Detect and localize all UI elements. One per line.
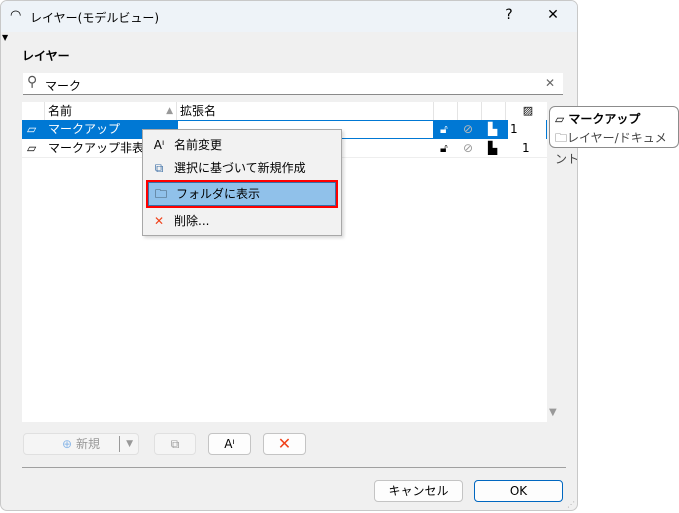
header-wireframe[interactable]: [482, 102, 506, 120]
pen-hatch-icon[interactable]: ▨: [506, 102, 547, 120]
menu-label: 選択に基づいて新規作成: [174, 161, 306, 175]
header-visibility[interactable]: [458, 102, 482, 120]
app-icon: ◠: [10, 8, 22, 23]
add-icon: ⊕: [62, 437, 73, 451]
ok-button[interactable]: OK: [474, 480, 563, 502]
menu-label: フォルダに表示: [176, 187, 261, 201]
close-button[interactable]: ✕: [543, 7, 563, 23]
duplicate-icon: ⧉: [154, 161, 164, 175]
lock-icon[interactable]: 🔓︎: [440, 139, 448, 158]
new-button[interactable]: ⊕ 新規 ▼: [23, 433, 139, 455]
delete-button[interactable]: ✕: [263, 433, 306, 455]
hidden-eye-icon[interactable]: ⊘: [463, 139, 473, 158]
search-value: マーク: [45, 79, 82, 93]
folder-icon: 🗀︎: [555, 131, 568, 145]
divider: [22, 467, 566, 468]
layers-dialog: ◠ レイヤー(モデルビュー) ? ✕ ▼ レイヤー ⚲ マーク ✕ 名前 ▲ 拡張…: [0, 0, 578, 511]
menu-item-show-in-folder[interactable]: 🗀︎ フォルダに表示: [146, 180, 338, 208]
duplicate-button[interactable]: ⧉: [154, 433, 196, 455]
cancel-button[interactable]: キャンセル: [374, 480, 463, 502]
header-type[interactable]: [22, 102, 45, 120]
folder-icon: 🗀︎: [154, 187, 167, 201]
delete-icon: ✕: [277, 434, 292, 453]
rename-button[interactable]: Aᴵ: [208, 433, 251, 455]
pen-field[interactable]: 1: [508, 120, 546, 139]
header-ext[interactable]: 拡張名: [177, 102, 434, 120]
clear-search-button[interactable]: ✕: [545, 76, 555, 90]
rename-icon: Aᴵ: [224, 437, 235, 451]
menu-item-delete[interactable]: ✕ 削除...: [146, 210, 338, 232]
chevron-down-icon[interactable]: ▼: [126, 434, 133, 454]
layer-name: マークアップ非表示: [48, 141, 157, 155]
menu-item-new-from-selection[interactable]: ⧉ 選択に基づいて新規作成: [146, 157, 338, 179]
collapse-arrow-icon[interactable]: ▼: [2, 33, 8, 42]
search-icon: ⚲: [27, 74, 38, 90]
search-input[interactable]: ⚲ マーク ✕: [23, 73, 563, 95]
resize-grip-icon[interactable]: ⋰: [567, 500, 575, 509]
header-name-label: 名前: [48, 104, 73, 118]
help-button[interactable]: ?: [499, 7, 519, 23]
delete-icon: ✕: [153, 214, 165, 228]
title-bar: ◠ レイヤー(モデルビュー) ? ✕: [1, 1, 577, 32]
menu-label: 削除...: [174, 214, 210, 228]
lock-icon[interactable]: 🔓︎: [440, 120, 448, 139]
header-name[interactable]: 名前 ▲: [45, 102, 177, 120]
layer-icon: ▱: [27, 141, 37, 155]
hidden-eye-icon[interactable]: ⊘: [463, 120, 473, 139]
duplicate-icon: ⧉: [170, 437, 180, 451]
layer-icon: ▱: [555, 112, 569, 126]
layer-icon: ▱: [27, 122, 37, 136]
layer-name: マークアップ: [48, 122, 121, 136]
pen-value[interactable]: 1: [522, 139, 530, 158]
window-title: レイヤー(モデルビュー): [30, 11, 160, 25]
rename-icon: Aᴵ: [153, 138, 165, 152]
tooltip-folder: レイヤー/ドキュメント: [555, 131, 667, 166]
new-label: 新規: [75, 437, 100, 451]
header-lock[interactable]: [434, 102, 458, 120]
tooltip-layer: マークアップ: [568, 112, 641, 126]
sort-asc-icon: ▲: [166, 106, 173, 116]
wireframe-icon[interactable]: ▙: [488, 139, 497, 158]
menu-label: 名前変更: [174, 138, 223, 152]
section-title: レイヤー: [22, 49, 70, 63]
tooltip: ▱ マークアップ 🗀︎レイヤー/ドキュメント: [549, 106, 679, 166]
scroll-down-icon[interactable]: ▼: [549, 407, 557, 418]
menu-item-rename[interactable]: Aᴵ 名前変更: [146, 134, 338, 156]
wireframe-icon[interactable]: ▙: [488, 120, 497, 139]
context-menu: Aᴵ 名前変更 ⧉ 選択に基づいて新規作成 🗀︎ フォルダに表示 ✕ 削除...: [142, 129, 342, 236]
